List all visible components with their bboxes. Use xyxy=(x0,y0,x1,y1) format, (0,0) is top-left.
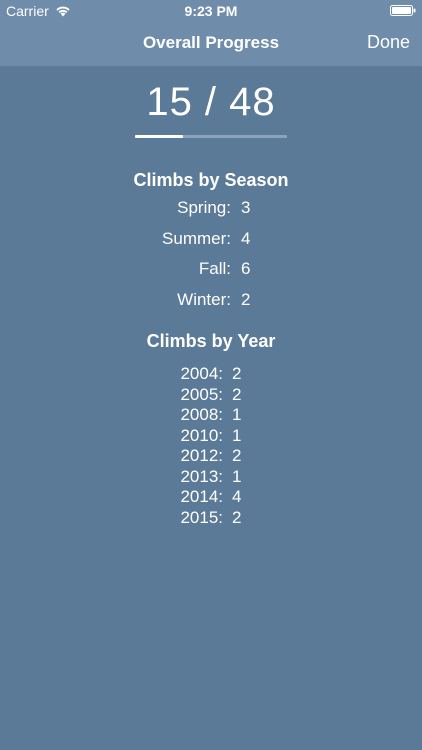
year-row: 2015: 2 xyxy=(0,508,422,529)
season-list: Spring: 3 Summer: 4 Fall: 6 Winter: 2 xyxy=(0,198,422,320)
year-count: 1 xyxy=(232,466,242,486)
year-label: 2015: xyxy=(180,507,223,527)
year-row: 2012: 2 xyxy=(0,446,422,467)
year-count: 2 xyxy=(232,446,242,465)
year-label: 2012: xyxy=(180,446,223,465)
year-label: 2010: xyxy=(180,425,223,445)
done-button[interactable]: Done xyxy=(367,32,410,53)
season-count: 4 xyxy=(241,228,251,248)
year-section-title: Climbs by Year xyxy=(146,331,276,351)
year-count: 2 xyxy=(232,507,242,527)
status-time: 9:23 PM xyxy=(184,3,238,19)
season-row-summer: Summer: 4 xyxy=(0,229,422,260)
year-count: 1 xyxy=(232,405,242,424)
year-count: 2 xyxy=(232,364,242,383)
year-row: 2004: 2 xyxy=(0,364,422,385)
progress-count: 15 / 48 xyxy=(146,80,276,124)
year-row: 2013: 1 xyxy=(0,467,422,488)
season-row-winter: Winter: 2 xyxy=(0,290,422,321)
year-label: 2014: xyxy=(180,487,223,506)
progress-bar xyxy=(135,135,287,138)
season-label: Fall: xyxy=(198,259,231,278)
year-count: 4 xyxy=(232,487,242,506)
year-row: 2014: 4 xyxy=(0,487,422,508)
year-label: 2004: xyxy=(180,364,223,383)
year-count: 1 xyxy=(232,425,242,445)
season-row-spring: Spring: 3 xyxy=(0,198,422,229)
season-section-title: Climbs by Season xyxy=(133,170,289,190)
season-label: Summer: xyxy=(162,228,231,248)
progress-fill xyxy=(135,135,183,138)
year-count: 2 xyxy=(232,384,242,404)
year-row: 2008: 1 xyxy=(0,405,422,426)
season-count: 6 xyxy=(241,259,251,278)
year-row: 2005: 2 xyxy=(0,385,422,406)
status-bar: Carrier 9:23 PM xyxy=(0,0,422,22)
year-list: 2004: 2 2005: 2 2008: 1 2010: 1 2012: 2 … xyxy=(0,364,422,528)
year-label: 2005: xyxy=(180,384,223,404)
year-label: 2013: xyxy=(180,466,223,486)
season-row-fall: Fall: 6 xyxy=(0,259,422,290)
season-label: Spring: xyxy=(177,198,231,217)
year-row: 2010: 1 xyxy=(0,426,422,447)
battery-icon xyxy=(390,5,416,16)
navigation-bar: Overall Progress Done xyxy=(0,22,422,67)
season-label: Winter: xyxy=(177,289,231,309)
year-label: 2008: xyxy=(180,405,223,424)
season-count: 2 xyxy=(241,289,251,309)
page-title: Overall Progress xyxy=(142,33,280,52)
season-count: 3 xyxy=(241,198,251,217)
